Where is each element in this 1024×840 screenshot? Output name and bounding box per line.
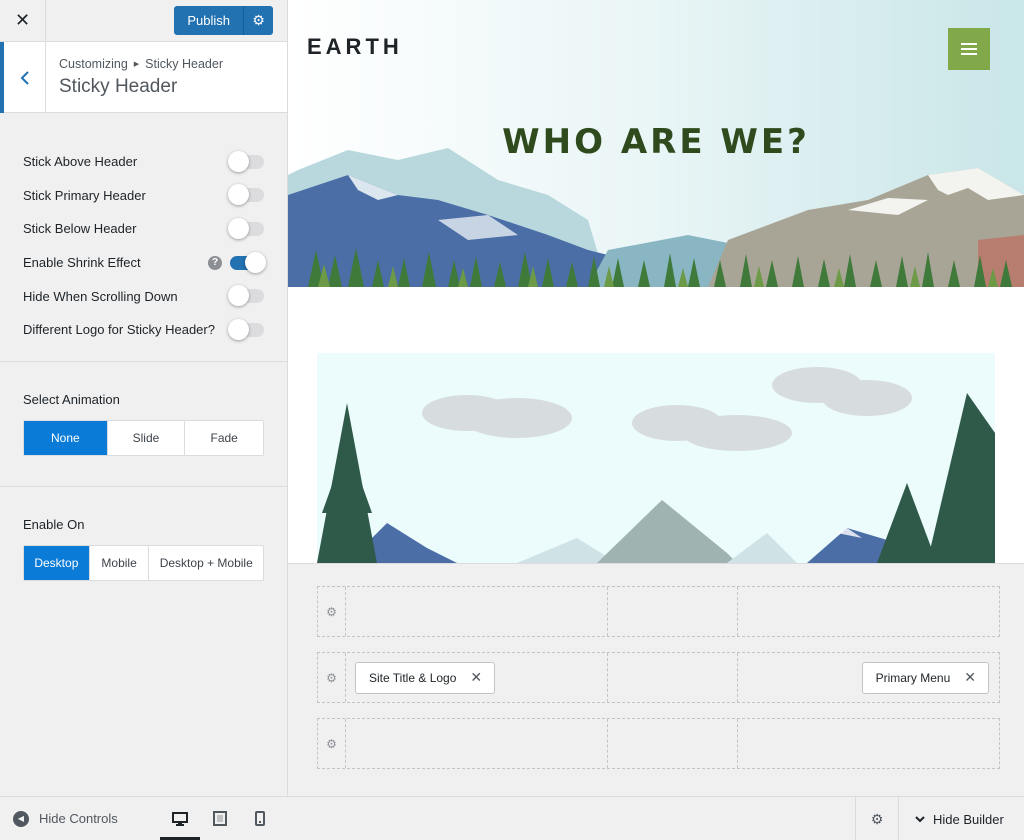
- hide-builder-button[interactable]: Hide Builder: [915, 797, 1004, 840]
- gear-icon: ⚙: [870, 810, 884, 827]
- device-tablet-button[interactable]: [200, 797, 240, 840]
- close-button[interactable]: ✕: [0, 0, 46, 42]
- gear-icon: ⚙: [326, 736, 337, 751]
- gear-icon: ⚙: [326, 604, 337, 619]
- help-icon[interactable]: ?: [208, 255, 222, 270]
- remove-icon[interactable]: ✕: [964, 669, 976, 686]
- row-settings-button[interactable]: ⚙: [318, 719, 346, 768]
- chip-label: Primary Menu: [875, 670, 951, 685]
- builder-column-left[interactable]: [346, 587, 608, 636]
- builder-column-right[interactable]: [738, 719, 999, 768]
- mountain-illustration: [288, 148, 1024, 287]
- breadcrumb-root: Customizing: [59, 57, 128, 71]
- toggle-row-stick-primary: Stick Primary Header: [23, 179, 264, 213]
- section-title: Sticky Header: [59, 76, 178, 97]
- animation-option-none[interactable]: None: [24, 420, 108, 455]
- gear-icon: ⚙: [326, 670, 337, 685]
- builder-footer: ⚙ Hide Builder: [288, 796, 1024, 840]
- toggle-label: Hide When Scrolling Down: [23, 288, 178, 304]
- builder-column-left[interactable]: [346, 719, 608, 768]
- menu-toggle-button[interactable]: [948, 28, 990, 70]
- builder-column-center[interactable]: [608, 719, 738, 768]
- animation-label: Select Animation: [23, 391, 120, 407]
- shrink-effect-switch[interactable]: [230, 251, 266, 273]
- site-title[interactable]: EARTH: [307, 34, 403, 60]
- builder-column-right[interactable]: [738, 587, 999, 636]
- enable-on-option-desktop[interactable]: Desktop: [24, 545, 90, 580]
- animation-option-slide[interactable]: Slide: [108, 420, 186, 455]
- builder-column-center[interactable]: [608, 587, 738, 636]
- chevron-left-icon: [20, 70, 29, 85]
- section-titles: Customizing ▶ Sticky Header Sticky Heade…: [46, 42, 223, 112]
- enable-on-label: Enable On: [23, 516, 85, 532]
- gear-icon: ⚙: [252, 12, 265, 28]
- hide-controls-label: Hide Controls: [39, 811, 118, 826]
- toggle-row-stick-above: Stick Above Header: [23, 145, 264, 179]
- enable-on-group: Enable On Desktop Mobile Desktop + Mobil…: [0, 487, 287, 611]
- builder-row-above: ⚙: [317, 586, 1000, 637]
- breadcrumb-arrow-icon: ▶: [133, 61, 140, 68]
- builder-row-below: ⚙: [317, 718, 1000, 769]
- desktop-icon: [172, 811, 188, 826]
- animation-group: Select Animation None Slide Fade: [0, 362, 287, 487]
- enable-on-options: Desktop Mobile Desktop + Mobile: [23, 544, 264, 581]
- header-builder: ⚙ ⚙ Site Title & Logo ✕ Primary Menu ✕ ⚙: [288, 563, 1024, 796]
- site-title-logo-chip[interactable]: Site Title & Logo ✕: [355, 661, 496, 694]
- toggle-label: Stick Primary Header: [23, 187, 146, 203]
- hamburger-icon: [961, 43, 977, 55]
- primary-menu-chip[interactable]: Primary Menu ✕: [861, 661, 989, 694]
- device-desktop-button[interactable]: [160, 797, 200, 840]
- publish-button[interactable]: Publish: [174, 6, 243, 35]
- hide-controls-button[interactable]: ◀ Hide Controls: [0, 810, 118, 827]
- collapse-icon: ◀: [13, 810, 29, 827]
- forest-illustration-art: [317, 367, 995, 563]
- customizer-topbar: ✕ Publish ⚙: [0, 0, 287, 42]
- builder-column-center[interactable]: [608, 653, 738, 702]
- row-settings-button[interactable]: ⚙: [318, 653, 346, 702]
- stick-above-switch[interactable]: [228, 150, 264, 172]
- toggle-label: Different Logo for Sticky Header?: [23, 322, 215, 338]
- breadcrumb-current: Sticky Header: [145, 57, 223, 71]
- chip-label: Site Title & Logo: [369, 670, 457, 685]
- enable-on-option-both[interactable]: Desktop + Mobile: [149, 546, 263, 580]
- different-logo-switch[interactable]: [228, 318, 264, 340]
- stick-primary-switch[interactable]: [228, 184, 264, 206]
- toggle-row-shrink-effect: Enable Shrink Effect ?: [23, 246, 266, 280]
- panel-footer: ◀ Hide Controls: [0, 796, 288, 840]
- publish-settings-button[interactable]: ⚙: [243, 6, 273, 35]
- builder-column-right[interactable]: Primary Menu ✕: [738, 653, 999, 702]
- toggle-row-different-logo: Different Logo for Sticky Header?: [23, 313, 264, 347]
- stick-below-switch[interactable]: [228, 217, 264, 239]
- site-preview: EARTH WHO ARE WE?: [288, 0, 1024, 563]
- section-header: Customizing ▶ Sticky Header Sticky Heade…: [0, 42, 287, 113]
- customizer-panel: ✕ Publish ⚙ Customizing ▶ Sticky Header …: [0, 0, 288, 840]
- chevron-down-icon: [915, 815, 925, 822]
- animation-option-fade[interactable]: Fade: [185, 421, 263, 455]
- builder-row-primary: ⚙ Site Title & Logo ✕ Primary Menu ✕: [317, 652, 1000, 703]
- hide-builder-label: Hide Builder: [933, 811, 1004, 827]
- animation-options: None Slide Fade: [23, 419, 264, 456]
- sticky-toggle-list: Stick Above Header Stick Primary Header …: [0, 113, 287, 362]
- builder-column-left[interactable]: Site Title & Logo ✕: [346, 653, 608, 702]
- forest-illustration: [317, 353, 995, 563]
- breadcrumb: Customizing ▶ Sticky Header: [59, 57, 223, 71]
- toggle-label: Stick Above Header: [23, 154, 138, 170]
- publish-group: Publish ⚙: [174, 6, 273, 35]
- hero-section: EARTH WHO ARE WE?: [288, 0, 1024, 287]
- row-settings-button[interactable]: ⚙: [318, 587, 346, 636]
- device-switcher: [160, 797, 280, 840]
- device-mobile-button[interactable]: [240, 797, 280, 840]
- remove-icon[interactable]: ✕: [470, 669, 482, 686]
- builder-settings-button[interactable]: ⚙: [855, 797, 899, 840]
- toggle-row-hide-scrolling: Hide When Scrolling Down: [23, 279, 264, 313]
- enable-on-option-mobile[interactable]: Mobile: [90, 545, 150, 580]
- toggle-label: Enable Shrink Effect: [23, 255, 141, 271]
- mobile-icon: [255, 811, 265, 826]
- hide-scrolling-switch[interactable]: [228, 285, 264, 307]
- tablet-icon: [213, 811, 227, 826]
- toggle-label: Stick Below Header: [23, 221, 137, 237]
- back-button[interactable]: [0, 42, 46, 113]
- close-icon: ✕: [14, 10, 31, 30]
- toggle-row-stick-below: Stick Below Header: [23, 212, 264, 246]
